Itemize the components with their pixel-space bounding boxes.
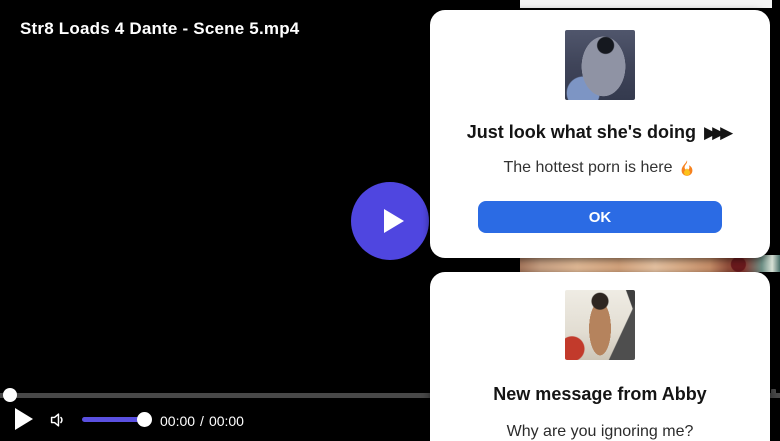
popup-ad-1: Just look what she's doing ▶▶▶ The hotte…	[430, 10, 770, 258]
speaker-icon	[47, 409, 69, 431]
ok-button[interactable]: OK	[478, 201, 722, 233]
current-time: 00:00	[160, 413, 195, 429]
popup-headline: Just look what she's doing ▶▶▶	[467, 122, 734, 143]
popup-subtext: Why are you ignoring me?	[507, 423, 694, 441]
popup-ad-2: New message from Abby Why are you ignori…	[430, 272, 770, 441]
video-title: Str8 Loads 4 Dante - Scene 5.mp4	[20, 19, 299, 39]
popup-headline-text: Just look what she's doing	[467, 122, 696, 143]
popup-subtext: The hottest porn is here	[504, 159, 697, 177]
popup-thumbnail-image[interactable]	[565, 290, 635, 360]
time-display: 00:00 / 00:00	[160, 413, 244, 429]
background-card-edge	[520, 0, 772, 8]
duration: 00:00	[209, 413, 244, 429]
volume-button[interactable]	[47, 409, 69, 431]
volume-thumb[interactable]	[137, 412, 152, 427]
play-icon	[384, 209, 404, 233]
popup-subtext-text: The hottest porn is here	[504, 159, 673, 177]
volume-slider[interactable]	[82, 417, 144, 422]
triple-arrow-icon: ▶▶▶	[704, 123, 733, 143]
background-dot	[771, 389, 776, 394]
seek-thumb[interactable]	[3, 388, 17, 402]
player-controls: 00:00 / 00:00	[0, 404, 430, 441]
big-play-button[interactable]	[351, 182, 429, 260]
play-button[interactable]	[15, 407, 39, 431]
time-separator: /	[200, 413, 204, 429]
popup-thumbnail-image[interactable]	[565, 30, 635, 100]
fire-icon	[678, 159, 696, 177]
popup-headline: New message from Abby	[493, 384, 706, 405]
play-icon	[15, 408, 33, 430]
